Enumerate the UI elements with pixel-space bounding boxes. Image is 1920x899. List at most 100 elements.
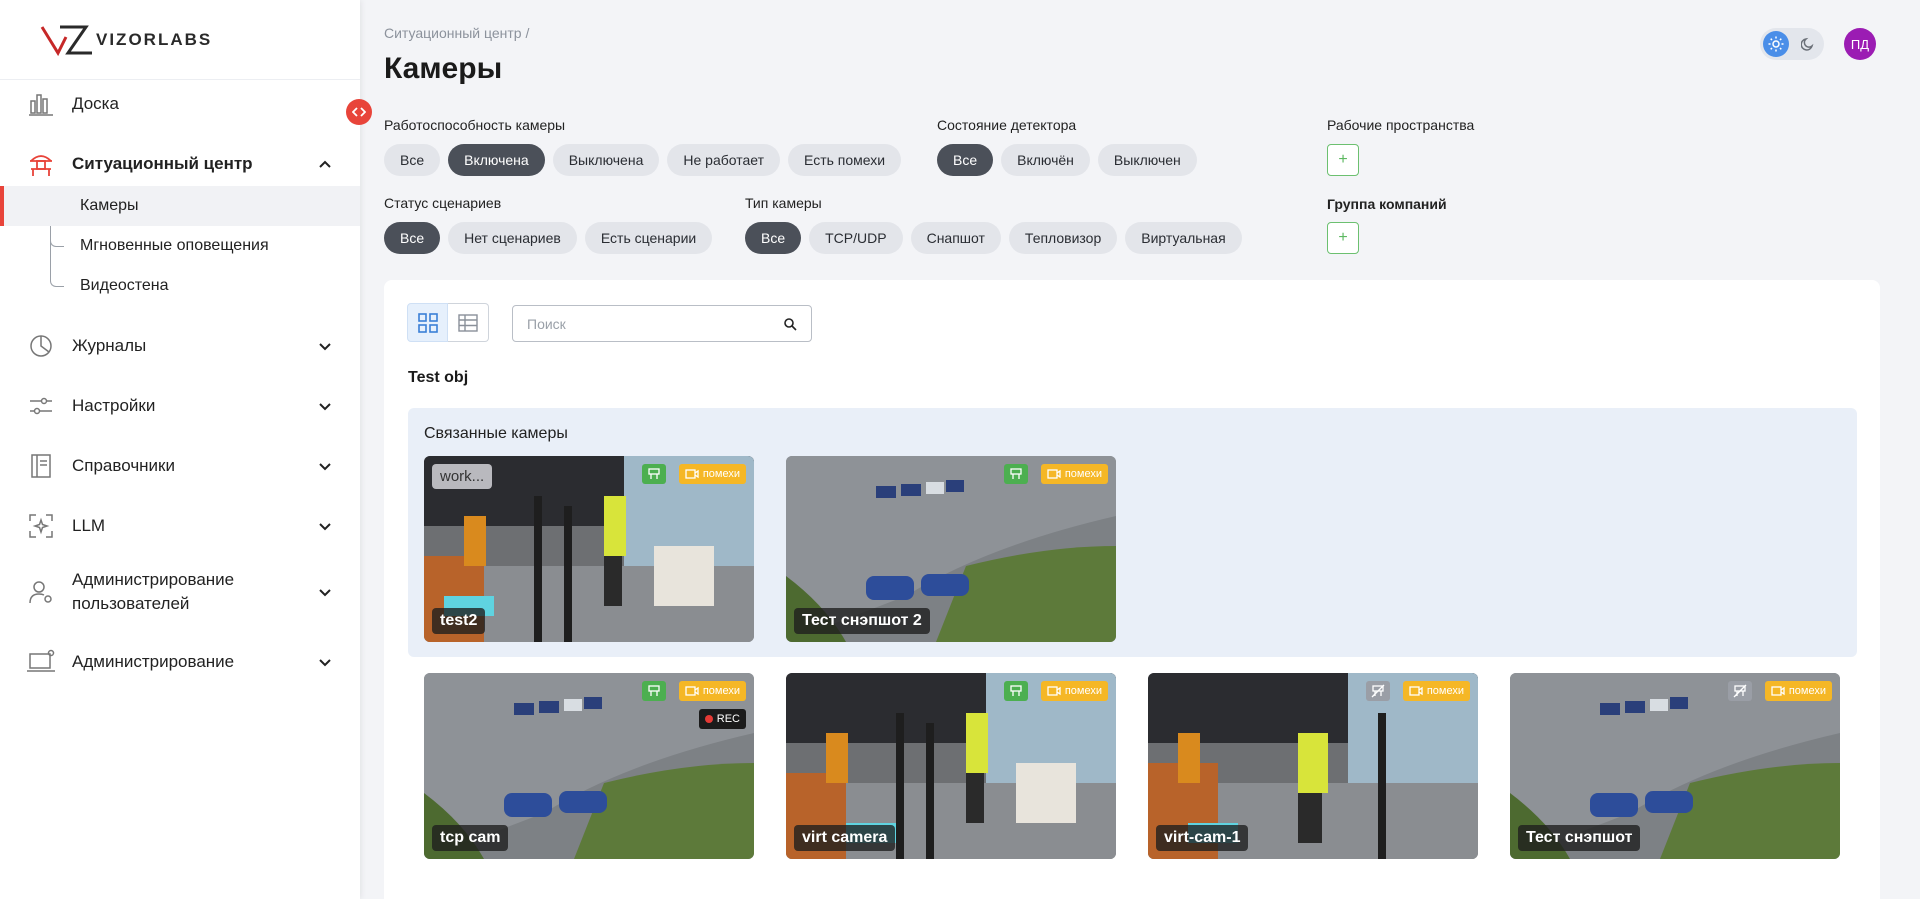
camera-name: Тест снэпшот 2: [794, 608, 930, 634]
camera-card[interactable]: помехи REC tcp cam: [424, 673, 754, 859]
sliders-icon: [26, 391, 56, 421]
grid-view-button[interactable]: [407, 303, 448, 342]
sidebar-item-settings[interactable]: Настройки: [0, 386, 360, 426]
filter-label-camera-type: Тип камеры: [745, 195, 822, 211]
detector-on-icon: [642, 681, 666, 701]
sidebar-item-label: Журналы: [72, 336, 147, 355]
camera-name: test2: [432, 608, 486, 634]
chip-detector-off[interactable]: Выключен: [1097, 144, 1197, 176]
camera-name: virt camera: [794, 825, 896, 851]
chart-bar-icon: [26, 89, 56, 119]
noise-badge: помехи: [678, 464, 746, 484]
pie-chart-icon: [26, 331, 56, 361]
camera-card[interactable]: помехи virt-cam-1: [1148, 673, 1478, 859]
chip-scenario-has[interactable]: Есть сценарии: [584, 222, 713, 254]
noise-badge: помехи: [678, 681, 746, 701]
camera-name: tcp cam: [432, 825, 509, 851]
noise-badge: помехи: [1402, 681, 1470, 701]
sidebar-subitem-label: Камеры: [80, 197, 139, 214]
linked-cameras-title: Связанные камеры: [424, 425, 568, 442]
breadcrumb[interactable]: Ситуационный центр /: [384, 25, 529, 41]
sidebar-item-label: Доска: [72, 94, 119, 113]
filter-label-camera-health: Работоспособность камеры: [384, 117, 566, 133]
chevron-down-icon: [319, 659, 331, 667]
filter-camera-type: Все TCP/UDP Снапшот Тепловизор Виртуальн…: [745, 222, 1242, 254]
chip-health-broken[interactable]: Не работает: [667, 144, 781, 176]
chevron-down-icon: [319, 523, 331, 531]
detector-on-icon: [1004, 464, 1028, 484]
camera-noise-icon: [685, 469, 699, 479]
rec-label: REC: [716, 713, 740, 725]
chip-health-all[interactable]: Все: [384, 144, 441, 176]
noise-badge: помехи: [1040, 464, 1108, 484]
sidebar-collapse-button[interactable]: [346, 99, 372, 125]
detector-off-icon: [1366, 681, 1390, 701]
chip-type-snapshot[interactable]: Снапшот: [910, 222, 1001, 254]
sidebar-item-llm[interactable]: LLM: [0, 506, 360, 546]
vizorlabs-logo-icon: [40, 25, 92, 56]
sidebar-subitem-instant-alerts[interactable]: Мгновенные оповещения: [0, 226, 360, 266]
detector-on-icon: [1004, 681, 1028, 701]
camera-noise-icon: [1409, 686, 1423, 696]
camera-noise-icon: [1047, 686, 1061, 696]
view-mode-toggle: [407, 303, 489, 342]
camera-noise-icon: [1047, 469, 1061, 479]
chip-detector-all[interactable]: Все: [937, 144, 994, 176]
camera-template-label: work...: [432, 464, 493, 489]
sidebar-subitem-cameras[interactable]: Камеры: [0, 186, 360, 226]
group-name: Test obj: [408, 369, 469, 386]
chip-health-noise[interactable]: Есть помехи: [788, 144, 902, 176]
camera-card[interactable]: помехи Тест снэпшот 2: [786, 456, 1116, 642]
chevron-down-icon: [319, 589, 331, 597]
noise-badge: помехи: [1764, 681, 1832, 701]
filter-detector-state: Все Включён Выключен: [937, 144, 1197, 176]
sidebar-subitem-label: Видеостена: [80, 277, 169, 294]
theme-toggle[interactable]: [1760, 28, 1824, 60]
chevron-down-icon: [319, 463, 331, 471]
chip-scenario-none[interactable]: Нет сценариев: [448, 222, 577, 254]
user-settings-icon: [26, 577, 56, 607]
chip-health-off[interactable]: Выключена: [552, 144, 660, 176]
sidebar: VIZORLABS Доска Ситуационный центр Камер…: [0, 0, 360, 899]
sidebar-item-dashboard[interactable]: Доска: [0, 84, 360, 124]
camera-card[interactable]: помехи virt camera: [786, 673, 1116, 859]
add-workspace-button[interactable]: +: [1327, 144, 1359, 176]
search-field[interactable]: [512, 305, 812, 342]
camera-card[interactable]: work... помехи test2: [424, 456, 754, 642]
chip-health-on[interactable]: Включена: [448, 144, 545, 176]
brand-name: VIZORLABS: [96, 29, 213, 49]
chip-type-all[interactable]: Все: [745, 222, 802, 254]
search-input[interactable]: [527, 315, 783, 332]
sidebar-item-journals[interactable]: Журналы: [0, 326, 360, 366]
ai-scan-icon: [26, 511, 56, 541]
sidebar-item-references[interactable]: Справочники: [0, 446, 360, 486]
avatar[interactable]: ПД: [1844, 28, 1876, 60]
sidebar-item-administration[interactable]: Администрирование: [0, 642, 360, 682]
chip-type-tcp-udp[interactable]: TCP/UDP: [809, 222, 903, 254]
camera-name: virt-cam-1: [1156, 825, 1249, 851]
moon-icon[interactable]: [1795, 31, 1821, 57]
chip-type-thermal[interactable]: Тепловизор: [1008, 222, 1118, 254]
noise-label: помехи: [1064, 468, 1102, 480]
filter-label-scenario-status: Статус сценариев: [384, 195, 502, 211]
logo: VIZORLABS: [0, 0, 360, 80]
sidebar-item-situation-center[interactable]: Ситуационный центр: [0, 144, 360, 184]
camera-card[interactable]: помехи Тест снэпшот: [1510, 673, 1840, 859]
chip-type-virtual[interactable]: Виртуальная: [1125, 222, 1242, 254]
laptop-settings-icon: [26, 647, 56, 677]
sidebar-subitem-video-wall[interactable]: Видеостена: [0, 266, 360, 306]
add-company-group-button[interactable]: +: [1327, 222, 1359, 254]
chip-scenario-all[interactable]: Все: [384, 222, 441, 254]
search-icon[interactable]: [783, 317, 797, 331]
table-view-button[interactable]: [448, 303, 489, 342]
camera-name: Тест снэпшот: [1518, 825, 1641, 851]
noise-label: помехи: [1788, 685, 1826, 697]
chip-detector-on[interactable]: Включён: [1001, 144, 1090, 176]
filter-label-company-group: Группа компаний: [1327, 196, 1447, 212]
table-icon: [458, 313, 478, 332]
sun-icon[interactable]: [1763, 31, 1789, 57]
noise-label: помехи: [702, 685, 740, 697]
grid-icon: [417, 312, 438, 333]
sidebar-item-user-administration[interactable]: Администрирование пользователей: [0, 564, 360, 620]
noise-label: помехи: [1064, 685, 1102, 697]
